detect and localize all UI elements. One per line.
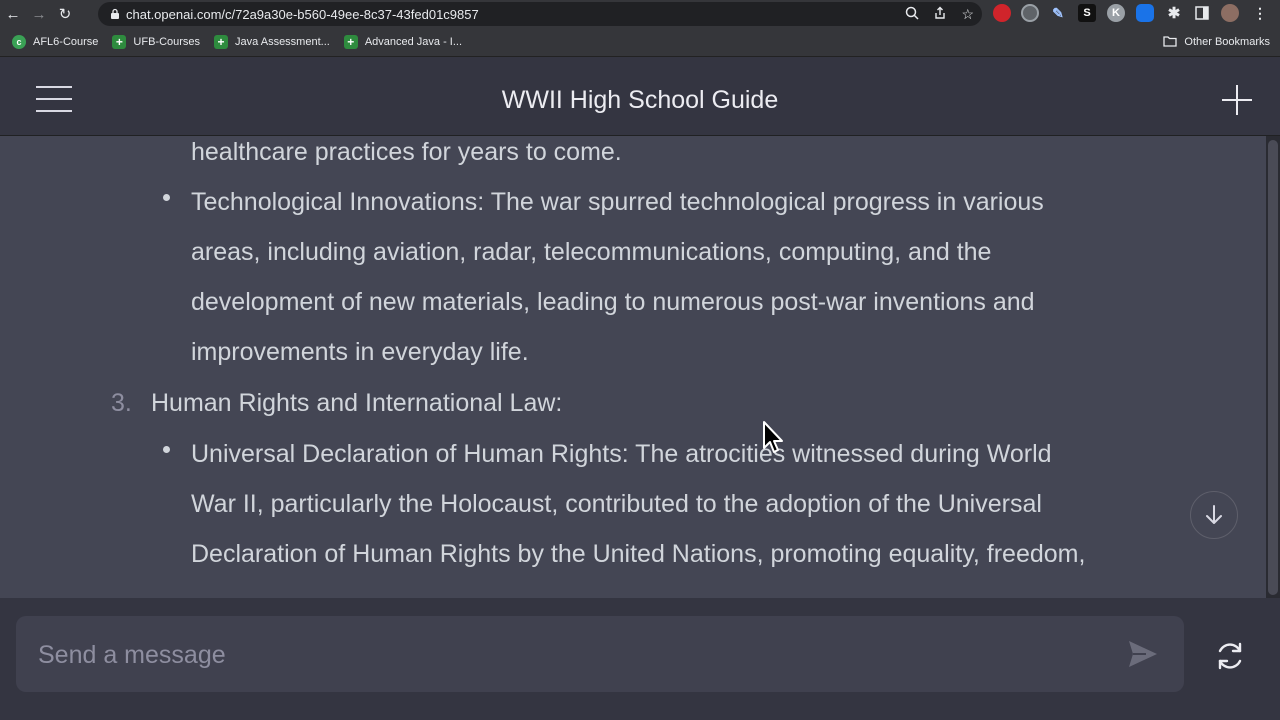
extension-s-icon[interactable]: S (1078, 4, 1096, 22)
bullet-icon (163, 194, 170, 201)
bookmark-plus-icon: + (112, 35, 127, 49)
profile-avatar[interactable] (1221, 4, 1239, 22)
share-icon[interactable] (933, 6, 947, 23)
message-line: War II, particularly the Holocaust, cont… (191, 490, 1042, 518)
extension-circle-icon[interactable] (1021, 4, 1039, 22)
other-bookmarks[interactable]: Other Bookmarks (1163, 28, 1270, 56)
extensions-puzzle-icon[interactable]: ✱ (1165, 4, 1183, 22)
assistant-message: healthcare practices for years to come. … (0, 136, 1266, 598)
message-line: development of new materials, leading to… (191, 288, 1035, 316)
browser-toolbar: ← → ↻ chat.openai.com/c/72a9a30e-b560-49… (0, 0, 1280, 28)
lock-icon (104, 8, 126, 20)
arrow-down-icon (1206, 505, 1222, 524)
forward-icon[interactable]: → (26, 0, 52, 28)
regenerate-button[interactable] (1210, 636, 1250, 676)
side-panel-icon[interactable] (1193, 4, 1211, 22)
send-icon (1129, 641, 1157, 667)
bookmark-plus-icon: + (343, 35, 358, 49)
extension-k-icon[interactable]: K (1107, 4, 1125, 22)
message-line: healthcare practices for years to come. (191, 138, 622, 166)
address-bar[interactable]: chat.openai.com/c/72a9a30e-b560-49ee-8c3… (98, 2, 982, 26)
bookmark-label: AFL6-Course (33, 36, 99, 48)
bookmark-label: Java Assessment... (235, 36, 330, 48)
mouse-cursor-icon (762, 420, 786, 461)
bookmark-advanced-java[interactable]: + Advanced Java - I... (343, 35, 463, 49)
bullet-icon (163, 446, 170, 453)
new-chat-plus-icon[interactable] (1222, 85, 1252, 115)
bookmark-ufb-courses[interactable]: + UFB-Courses (112, 35, 200, 49)
send-button[interactable] (1126, 638, 1160, 670)
message-line: Universal Declaration of Human Rights: T… (191, 440, 1052, 468)
bookmark-java-assessment[interactable]: + Java Assessment... (214, 35, 330, 49)
browser-menu-icon[interactable]: ⋮ (1251, 4, 1269, 22)
message-line: Technological Innovations: The war spurr… (191, 188, 1044, 216)
bookmark-favicon-icon: c (12, 35, 26, 49)
list-number: 3. (111, 389, 132, 417)
extension-pen-icon[interactable]: ✎ (1049, 4, 1067, 22)
bookmark-star-icon[interactable]: ☆ (961, 6, 974, 23)
message-line: Declaration of Human Rights by the Unite… (191, 540, 1086, 568)
bookmark-afl6-course[interactable]: c AFL6-Course (12, 35, 98, 49)
bookmark-plus-icon: + (214, 35, 229, 49)
folder-icon (1163, 35, 1178, 50)
back-icon[interactable]: ← (0, 0, 26, 28)
message-line: improvements in everyday life. (191, 338, 529, 366)
reload-icon[interactable]: ↻ (52, 0, 78, 28)
page-title: WWII High School Guide (501, 86, 779, 114)
extension-blue-icon[interactable] (1136, 4, 1154, 22)
zoom-icon[interactable] (905, 6, 919, 23)
bookmark-label: UFB-Courses (133, 36, 201, 48)
message-input[interactable] (36, 616, 1120, 694)
bookmarks-bar: c AFL6-Course + UFB-Courses + Java Asses… (0, 28, 1280, 57)
url-text: chat.openai.com/c/72a9a30e-b560-49ee-8c3… (126, 6, 479, 22)
scroll-to-bottom-button[interactable] (1190, 491, 1238, 539)
list-heading: Human Rights and International Law: (151, 389, 563, 417)
bookmark-label: Advanced Java - I... (364, 36, 463, 48)
chat-header: WWII High School Guide (0, 57, 1280, 136)
composer-area (0, 598, 1280, 720)
other-bookmarks-label: Other Bookmarks (1184, 36, 1270, 48)
message-line: areas, including aviation, radar, teleco… (191, 238, 992, 266)
scrollbar-thumb[interactable] (1268, 140, 1278, 595)
extension-red-icon[interactable] (993, 4, 1011, 22)
message-composer (16, 616, 1184, 694)
refresh-icon (1218, 642, 1242, 670)
